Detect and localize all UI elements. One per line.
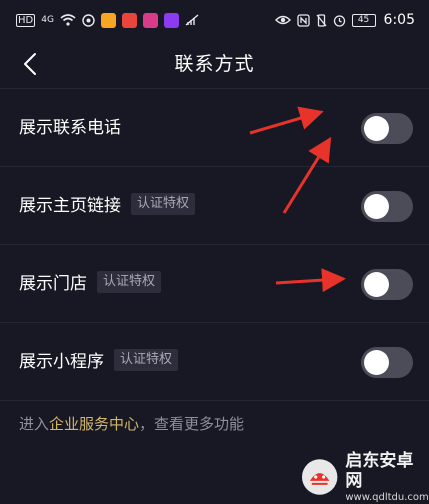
footer-hint: 进入企业服务中心，查看更多功能	[19, 413, 244, 434]
app-icon-2	[121, 12, 137, 28]
message-icon	[82, 13, 95, 27]
setting-label-text: 展示主页链接	[19, 196, 121, 216]
page-title: 联系方式	[174, 53, 255, 75]
certified-privilege-badge: 认证特权	[97, 271, 162, 293]
signal-icon	[185, 14, 199, 26]
toggle-knob	[364, 116, 389, 141]
app-icon-3	[142, 12, 158, 28]
toggle-switch-homepage-link[interactable]	[361, 191, 413, 222]
certified-privilege-badge: 认证特权	[114, 349, 179, 371]
setting-row-store: 展示门店 认证特权	[0, 246, 429, 323]
certified-privilege-badge: 认证特权	[131, 193, 196, 215]
toggle-knob	[364, 194, 389, 219]
setting-row-homepage-link: 展示主页链接 认证特权	[0, 168, 429, 245]
app-icon-4	[163, 12, 179, 28]
watermark: 启东安卓网 www.qdltdu.com	[300, 451, 429, 504]
battery-icon: 45	[351, 13, 376, 27]
vibrate-icon	[316, 13, 327, 27]
app-icon-1	[100, 12, 116, 28]
toggle-switch-mini-program[interactable]	[361, 347, 413, 378]
watermark-main: 启东安卓网	[345, 450, 414, 491]
setting-label: 展示小程序 认证特权	[19, 324, 179, 401]
alarm-icon	[333, 14, 345, 27]
setting-label-text: 展示联系电话	[19, 118, 121, 138]
setting-label: 展示联系电话	[19, 90, 121, 167]
footer-prefix: 进入	[19, 415, 50, 433]
toggle-switch-store[interactable]	[361, 269, 413, 300]
setting-label-text: 展示小程序	[19, 352, 104, 372]
back-button[interactable]	[14, 48, 46, 80]
setting-label-text: 展示门店	[19, 274, 87, 294]
status-right: 45 6:05	[274, 12, 415, 28]
setting-label: 展示门店 认证特权	[19, 246, 162, 323]
toggle-knob	[364, 350, 389, 375]
hd-indicator: HD	[16, 13, 36, 27]
setting-row-phone: 展示联系电话	[0, 90, 429, 167]
toggle-switch-phone[interactable]	[361, 113, 413, 144]
nfc-icon	[296, 13, 310, 27]
wifi-icon	[60, 14, 76, 26]
status-bar: HD 4G 45 6:05	[0, 0, 429, 40]
setting-label: 展示主页链接 认证特权	[19, 168, 196, 245]
setting-row-mini-program: 展示小程序 认证特权	[0, 324, 429, 401]
android-logo-icon	[301, 459, 338, 495]
status-time: 6:05	[383, 12, 415, 28]
toggle-knob	[364, 272, 389, 297]
network-indicator: 4G	[41, 15, 54, 25]
navigation-bar: 联系方式	[0, 40, 429, 89]
eye-icon	[274, 15, 291, 25]
watermark-text: 启东安卓网 www.qdltdu.com	[345, 451, 429, 504]
status-left: HD 4G	[16, 12, 199, 28]
footer-suffix: ，查看更多功能	[139, 415, 245, 433]
chevron-left-icon	[24, 53, 36, 75]
enterprise-service-center-link[interactable]: 企业服务中心	[49, 415, 139, 433]
